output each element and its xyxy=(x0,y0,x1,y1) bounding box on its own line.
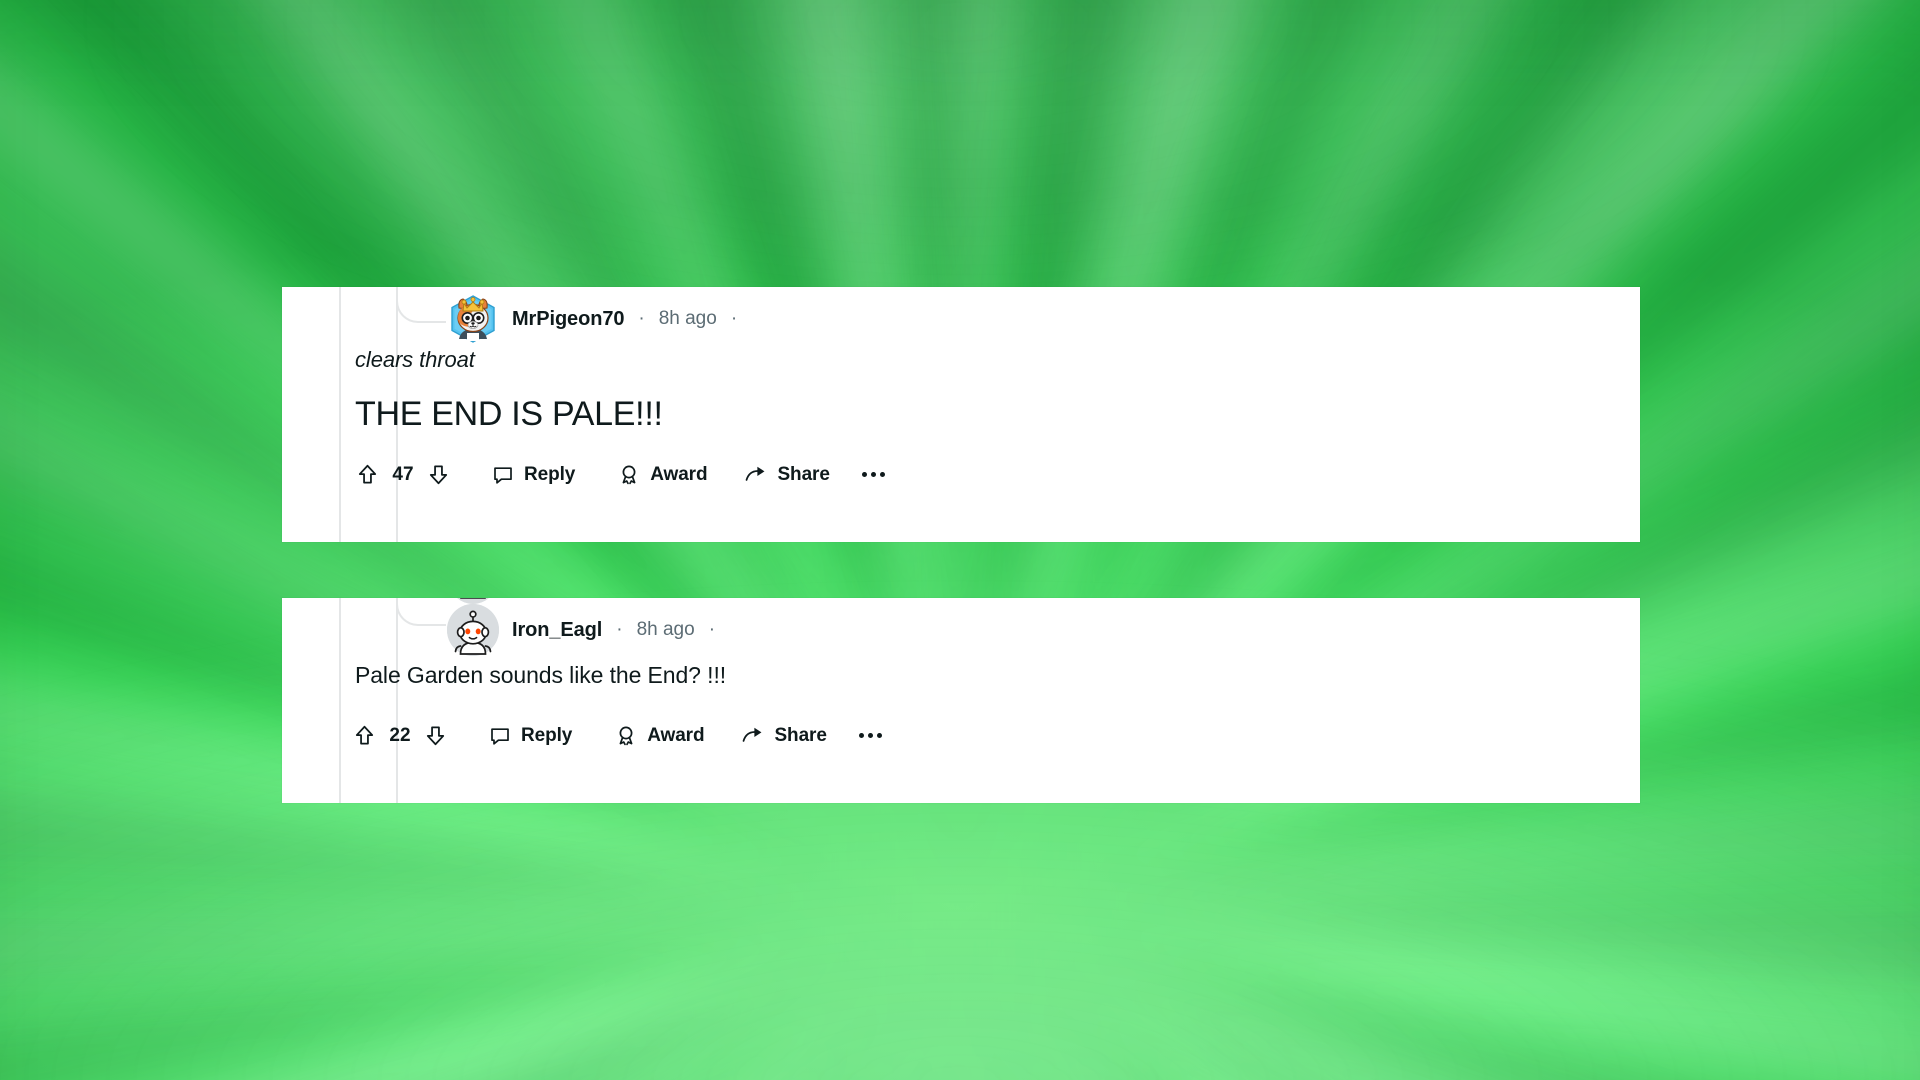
reply-label: Reply xyxy=(524,463,576,485)
reply-button[interactable]: Reply xyxy=(488,724,572,748)
downvote-button[interactable] xyxy=(426,462,451,487)
share-label: Share xyxy=(777,463,830,485)
thread-line-outer[interactable] xyxy=(339,598,341,803)
meta-separator-trailing: · xyxy=(708,619,716,640)
award-medal-icon xyxy=(622,465,636,484)
comment-bubble-icon xyxy=(491,727,509,745)
vote-count: 47 xyxy=(392,463,414,485)
comment-author[interactable]: MrPigeon70 xyxy=(512,308,624,331)
upvote-button[interactable] xyxy=(355,462,380,487)
vote-group: 22 xyxy=(352,723,448,748)
vote-group: 47 xyxy=(355,462,451,487)
thread-connector-curve xyxy=(396,287,446,323)
share-button[interactable]: Share xyxy=(740,723,827,748)
upvote-icon xyxy=(358,464,377,484)
comment-header: MrPigeon70 · 8h ago · xyxy=(447,293,738,345)
award-button[interactable]: Award xyxy=(614,724,705,748)
comment-body-heading: THE END IS PALE!!! xyxy=(355,395,663,433)
comment-bubble-icon xyxy=(494,466,512,484)
comment-card: MrPigeon70 · 8h ago · clears throat THE … xyxy=(282,287,1640,542)
corgi-crown-avatar-icon[interactable] xyxy=(447,293,499,345)
comment-action-bar: 22 Reply Award Share xyxy=(352,723,884,748)
thread-line-outer[interactable] xyxy=(339,287,341,542)
comment-timestamp: 8h ago xyxy=(636,619,695,640)
snoo-avatar-icon[interactable] xyxy=(447,604,499,656)
downvote-button[interactable] xyxy=(423,723,448,748)
meta-separator-trailing: · xyxy=(730,308,738,329)
thread-connector-curve xyxy=(396,598,446,626)
more-options-icon[interactable] xyxy=(860,468,887,481)
vote-count: 22 xyxy=(389,724,411,746)
upvote-icon xyxy=(355,725,374,745)
share-button[interactable]: Share xyxy=(743,462,830,487)
comment-card: Iron_Eagl · 8h ago · Pale Garden sounds … xyxy=(282,598,1640,803)
meta-separator: · xyxy=(616,619,623,640)
upvote-button[interactable] xyxy=(352,723,377,748)
screenshot-stage: MrPigeon70 · 8h ago · clears throat THE … xyxy=(0,0,1920,1080)
award-button[interactable]: Award xyxy=(617,463,708,487)
reply-button[interactable]: Reply xyxy=(491,463,575,487)
share-label: Share xyxy=(774,724,827,746)
award-label: Award xyxy=(650,463,708,485)
more-options-icon[interactable] xyxy=(857,729,884,742)
comment-timestamp: 8h ago xyxy=(658,308,717,329)
share-arrow-icon xyxy=(743,727,762,742)
reply-label: Reply xyxy=(521,724,573,746)
award-medal-icon xyxy=(619,726,633,745)
meta-separator: · xyxy=(638,308,645,329)
comment-author[interactable]: Iron_Eagl xyxy=(512,619,602,642)
downvote-icon xyxy=(426,726,445,746)
comment-header: Iron_Eagl · 8h ago · xyxy=(447,604,716,656)
comment-body-text: Pale Garden sounds like the End? !!! xyxy=(355,662,727,688)
comment-body-italic: clears throat xyxy=(355,347,475,372)
share-arrow-icon xyxy=(746,466,765,481)
comment-action-bar: 47 Reply Award Share xyxy=(355,462,887,487)
downvote-icon xyxy=(429,465,448,485)
award-label: Award xyxy=(647,724,705,746)
thread-line-inner[interactable] xyxy=(396,598,398,803)
